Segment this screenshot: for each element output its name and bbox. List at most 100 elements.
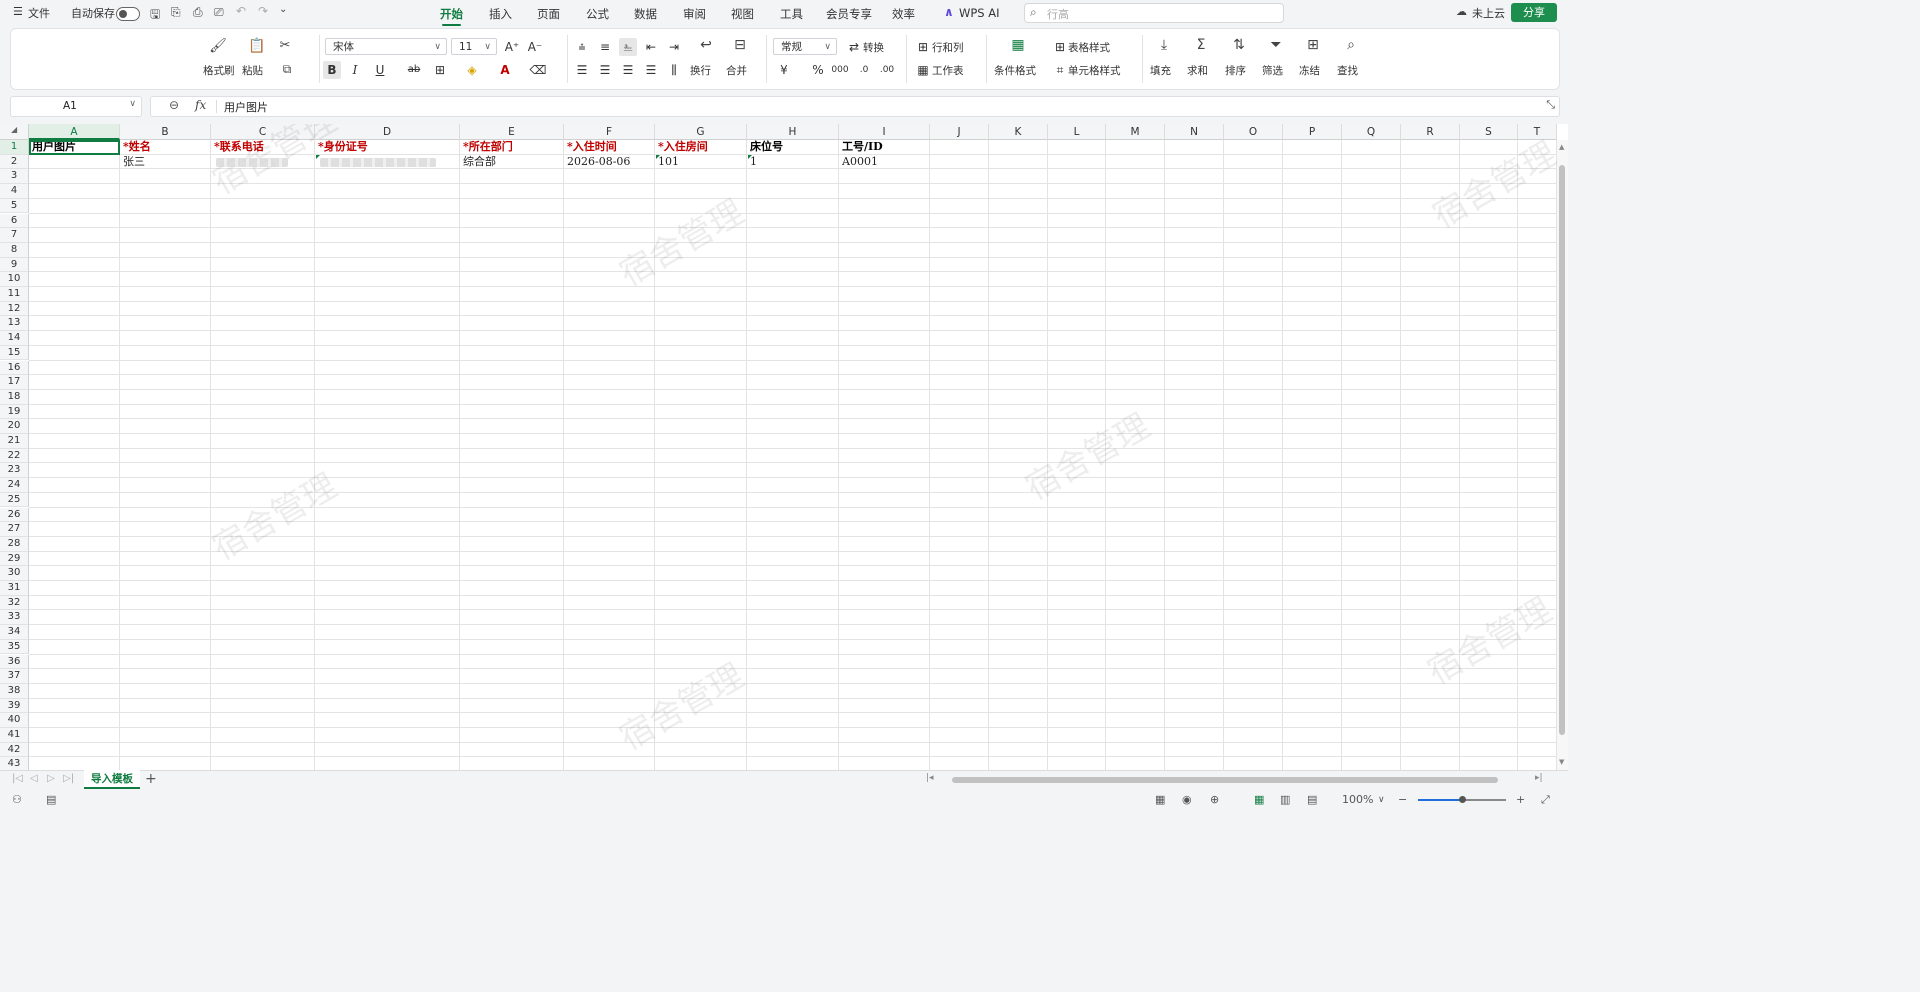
row-header-38[interactable]: 38 <box>0 683 29 699</box>
page-break-icon[interactable]: ▤ <box>1307 793 1317 806</box>
format-painter-icon[interactable]: 🖌 <box>207 38 229 54</box>
tab-review[interactable]: 审阅 <box>683 6 706 22</box>
zoom-slider-knob[interactable] <box>1459 796 1466 803</box>
prev-sheet-icon[interactable]: ◁ <box>30 773 38 784</box>
row-header-1[interactable]: 1 <box>0 140 29 155</box>
format-painter-label[interactable]: 格式刷 <box>203 63 235 78</box>
row-header-32[interactable]: 32 <box>0 595 29 611</box>
row-header-33[interactable]: 33 <box>0 610 29 626</box>
percent-button[interactable]: % <box>809 61 827 79</box>
column-header-R[interactable]: R <box>1401 124 1460 140</box>
row-header-13[interactable]: 13 <box>0 316 29 332</box>
row-header-34[interactable]: 34 <box>0 625 29 640</box>
row-header-10[interactable]: 10 <box>0 272 29 287</box>
share-file-icon[interactable]: ⎘ <box>171 5 181 20</box>
row-header-37[interactable]: 37 <box>0 669 29 684</box>
select-all-corner[interactable]: ◢ <box>0 124 29 140</box>
column-header-O[interactable]: O <box>1224 124 1283 140</box>
worksheet-icon[interactable]: ▦ <box>914 61 932 79</box>
cell-style-icon[interactable]: ⌗ <box>1051 61 1069 79</box>
tab-home[interactable]: 开始 <box>440 6 463 26</box>
currency-icon[interactable]: ¥ <box>775 61 793 79</box>
cell-C1[interactable]: *联系电话 <box>212 140 316 154</box>
row-header-43[interactable]: 43 <box>0 757 29 770</box>
find-label[interactable]: 查找 <box>1337 63 1358 78</box>
italic-button[interactable]: I <box>346 61 364 79</box>
indent-increase-icon[interactable]: ⇥ <box>665 38 683 56</box>
file-menu[interactable]: 文件 <box>28 5 50 21</box>
cloud-status[interactable]: 未上云 <box>1472 5 1505 21</box>
column-header-Q[interactable]: Q <box>1342 124 1401 140</box>
merge-icon[interactable]: ⊟ <box>729 37 751 53</box>
row-header-39[interactable]: 39 <box>0 698 29 714</box>
underline-button[interactable]: U <box>371 61 389 79</box>
scroll-right-icon[interactable]: ▸| <box>1535 773 1543 783</box>
wrap-icon[interactable]: ↩ <box>695 37 717 53</box>
row-header-11[interactable]: 11 <box>0 287 29 302</box>
print-icon[interactable]: ⎙ <box>193 5 203 20</box>
row-header-14[interactable]: 14 <box>0 331 29 346</box>
sum-label[interactable]: 求和 <box>1187 63 1208 78</box>
fill-icon[interactable]: ⤓ <box>1153 37 1175 53</box>
cell-G2[interactable]: 101 <box>656 155 747 169</box>
copy-icon[interactable]: ⧉ <box>278 62 296 77</box>
convert-icon[interactable]: ⇄ <box>845 38 863 56</box>
row-header-31[interactable]: 31 <box>0 581 29 596</box>
column-header-D[interactable]: D <box>315 124 460 140</box>
justify-icon[interactable]: ☰ <box>642 61 660 79</box>
freeze-icon[interactable]: ⊞ <box>1302 37 1324 53</box>
merge-label[interactable]: 合并 <box>726 63 747 78</box>
filter-label[interactable]: 筛选 <box>1262 63 1283 78</box>
eye-icon[interactable]: ◉ <box>1182 793 1192 806</box>
scroll-left-icon[interactable]: |◂ <box>926 773 934 783</box>
table-style-label[interactable]: 表格样式 <box>1068 40 1110 55</box>
row-header-18[interactable]: 18 <box>0 389 29 405</box>
tab-formulas[interactable]: 公式 <box>586 6 609 22</box>
scroll-down-icon[interactable]: ▼ <box>1559 758 1564 766</box>
align-center-icon[interactable]: ☰ <box>596 61 614 79</box>
row-header-4[interactable]: 4 <box>0 184 29 199</box>
row-header-12[interactable]: 12 <box>0 301 29 317</box>
clear-format-icon[interactable]: ⌫ <box>529 61 547 79</box>
worksheet-label[interactable]: 工作表 <box>932 63 964 78</box>
conditional-format-label[interactable]: 条件格式 <box>994 63 1036 78</box>
chevron-down-icon[interactable]: ∨ <box>1378 795 1385 805</box>
page-icon[interactable]: ▤ <box>46 793 56 806</box>
cell-B2[interactable]: 张三 <box>121 155 211 169</box>
indent-decrease-icon[interactable]: ⇤ <box>642 38 660 56</box>
cell-F1[interactable]: *入住时间 <box>565 140 656 154</box>
paste-icon[interactable]: 📋 <box>246 38 268 54</box>
search-input[interactable]: ⌕ 行高 <box>1024 3 1284 23</box>
tab-tools[interactable]: 工具 <box>780 6 803 22</box>
row-header-15[interactable]: 15 <box>0 345 29 361</box>
column-header-S[interactable]: S <box>1460 124 1518 140</box>
strikethrough-icon[interactable]: ab <box>405 61 423 79</box>
cell-I1[interactable]: 工号/ID <box>840 140 931 154</box>
column-header-I[interactable]: I <box>839 124 930 140</box>
row-header-30[interactable]: 30 <box>0 566 29 581</box>
cell-style-label[interactable]: 单元格样式 <box>1068 63 1121 78</box>
row-header-7[interactable]: 7 <box>0 228 29 243</box>
tab-data[interactable]: 数据 <box>634 6 657 22</box>
cell-B1[interactable]: *姓名 <box>121 140 211 154</box>
cell-F2[interactable]: 2026-08-06 <box>565 155 656 169</box>
row-header-6[interactable]: 6 <box>0 213 29 229</box>
row-header-41[interactable]: 41 <box>0 728 29 743</box>
row-header-27[interactable]: 27 <box>0 522 29 537</box>
column-header-E[interactable]: E <box>460 124 564 140</box>
scroll-up-icon[interactable]: ▲ <box>1559 143 1564 151</box>
column-header-K[interactable]: K <box>989 124 1048 140</box>
cell-E2[interactable]: 综合部 <box>461 155 565 169</box>
next-sheet-icon[interactable]: ▷ <box>47 773 55 784</box>
rows-cols-label[interactable]: 行和列 <box>932 40 964 55</box>
row-header-22[interactable]: 22 <box>0 448 29 464</box>
column-header-F[interactable]: F <box>564 124 655 140</box>
font-name-select[interactable]: 宋体 ∨ <box>325 38 447 55</box>
row-header-8[interactable]: 8 <box>0 242 29 258</box>
row-header-29[interactable]: 29 <box>0 551 29 567</box>
freeze-label[interactable]: 冻结 <box>1299 63 1320 78</box>
column-header-H[interactable]: H <box>747 124 839 140</box>
bold-button[interactable]: B <box>323 61 341 79</box>
find-icon[interactable]: ⌕ <box>1340 37 1362 53</box>
align-left-icon[interactable]: ☰ <box>573 61 591 79</box>
